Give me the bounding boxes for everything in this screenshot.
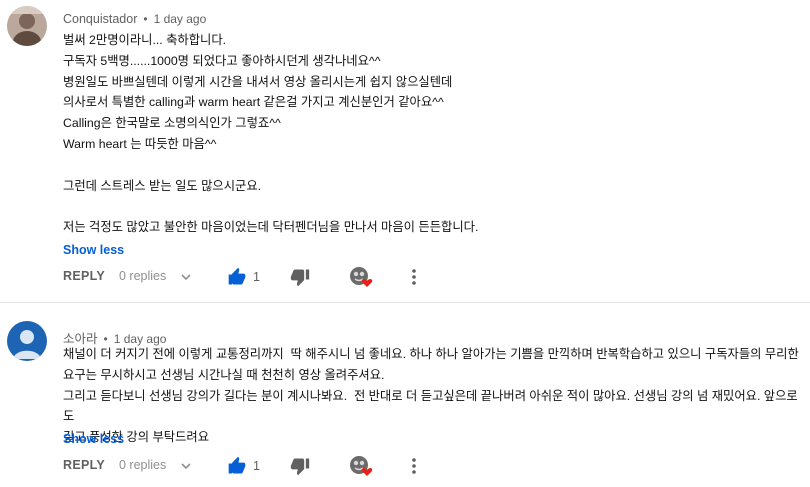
comment-actions: REPLY 0 replies 1 [63, 455, 463, 477]
like-count: 1 [253, 459, 260, 473]
more-vert-icon[interactable] [408, 455, 420, 477]
comment-thread: 소아라 • 1 day ago 채널이 더 커지기 전에 이렇게 교통정리까지 딱 … [0, 0, 810, 487]
avatar[interactable] [7, 321, 47, 361]
comment-line: 길고 풍성한 강의 부탁드려요 [63, 430, 210, 445]
comment-text: 채널이 더 커지기 전에 이렇게 교통정리까지 딱 해주시니 넘 좋네요. 하나… [63, 344, 808, 448]
thumbs-up-icon[interactable] [227, 456, 247, 476]
comment-line: 요구는 무시하시고 선생님 시간나실 때 천천히 영상 올려주셔요. [63, 367, 385, 382]
replies-toggle[interactable]: 0 replies [119, 458, 166, 472]
show-less-button[interactable]: Show less [63, 432, 124, 446]
reply-button[interactable]: REPLY [63, 458, 105, 472]
thumbs-down-icon[interactable] [290, 456, 310, 476]
chevron-down-icon[interactable] [180, 459, 192, 471]
comment-line: 채널이 더 커지기 전에 이렇게 교통정리까지 딱 해주시니 넘 좋네요. 하나… [63, 347, 799, 361]
creator-heart-icon [349, 455, 373, 477]
comment-line: 그리고 듣다보니 선생님 강의가 길다는 분이 계시나봐요. 전 반대로 더 듣… [63, 388, 798, 424]
